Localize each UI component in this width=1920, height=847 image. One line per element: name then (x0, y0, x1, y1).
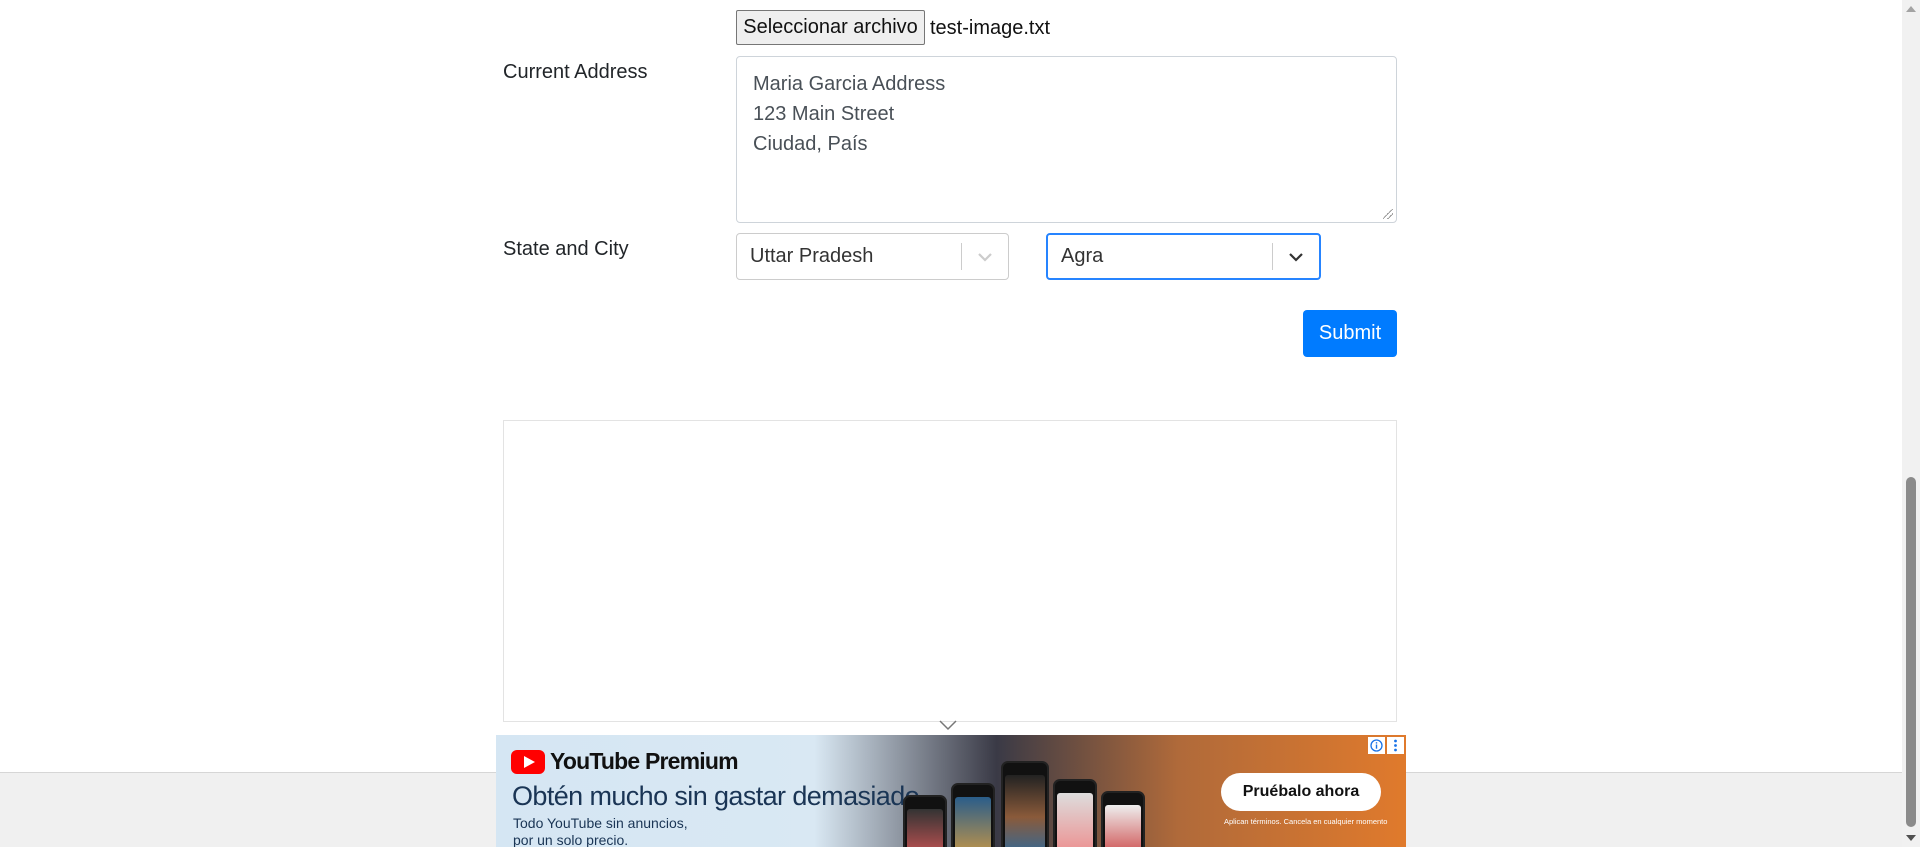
brand-name: YouTube Premium (550, 748, 739, 774)
youtube-premium-logo: YouTube Premium (511, 748, 739, 775)
address-line: 123 Main Street (753, 103, 895, 125)
state-city-label: State and City (503, 238, 629, 260)
chevron-down-icon[interactable] (1273, 235, 1319, 278)
scroll-up-arrow-icon[interactable] (1902, 0, 1920, 17)
state-select[interactable]: Uttar Pradesh (736, 233, 1009, 280)
ad-choices[interactable] (1368, 737, 1404, 754)
youtube-premium-banner-ad[interactable]: YouTube Premium Obtén mucho sin gastar d… (496, 735, 1406, 847)
ad-headline: Obtén mucho sin gastar demasiado. (512, 781, 927, 811)
phone-mockups-image (901, 743, 1171, 847)
kebab-menu-icon[interactable] (1387, 737, 1404, 754)
choose-file-button[interactable]: Seleccionar archivo (736, 10, 925, 45)
current-address-textarea[interactable]: Maria Garcia Address 123 Main Street Ciu… (736, 56, 1397, 223)
ad-subline: Todo YouTube sin anuncios, (513, 815, 688, 831)
selected-file-name: test-image.txt (930, 17, 1051, 39)
address-line: Maria Garcia Address (753, 73, 946, 95)
info-icon[interactable] (1368, 737, 1385, 754)
page-scrollbar[interactable] (1902, 0, 1920, 847)
try-it-now-button[interactable]: Pruébalo ahora (1221, 773, 1381, 811)
city-select[interactable]: Agra (1046, 233, 1321, 280)
ad-placeholder-frame (503, 420, 1397, 722)
state-select-value: Uttar Pradesh (750, 245, 874, 267)
scroll-down-arrow-icon[interactable] (1902, 830, 1920, 847)
resize-grip-icon[interactable] (1383, 209, 1393, 219)
ad-subline: por un solo precio. (513, 832, 629, 847)
city-select-value: Agra (1061, 245, 1104, 267)
scrollbar-thumb[interactable] (1906, 477, 1916, 827)
youtube-play-icon (511, 749, 545, 774)
submit-button[interactable]: Submit (1303, 310, 1397, 357)
ad-legal-text: Aplican términos. Cancela en cualquier m… (1224, 817, 1388, 826)
address-line: Ciudad, País (753, 133, 868, 155)
collapse-chevron-icon[interactable] (938, 718, 958, 732)
current-address-label: Current Address (503, 61, 648, 83)
chevron-down-icon[interactable] (962, 234, 1008, 279)
